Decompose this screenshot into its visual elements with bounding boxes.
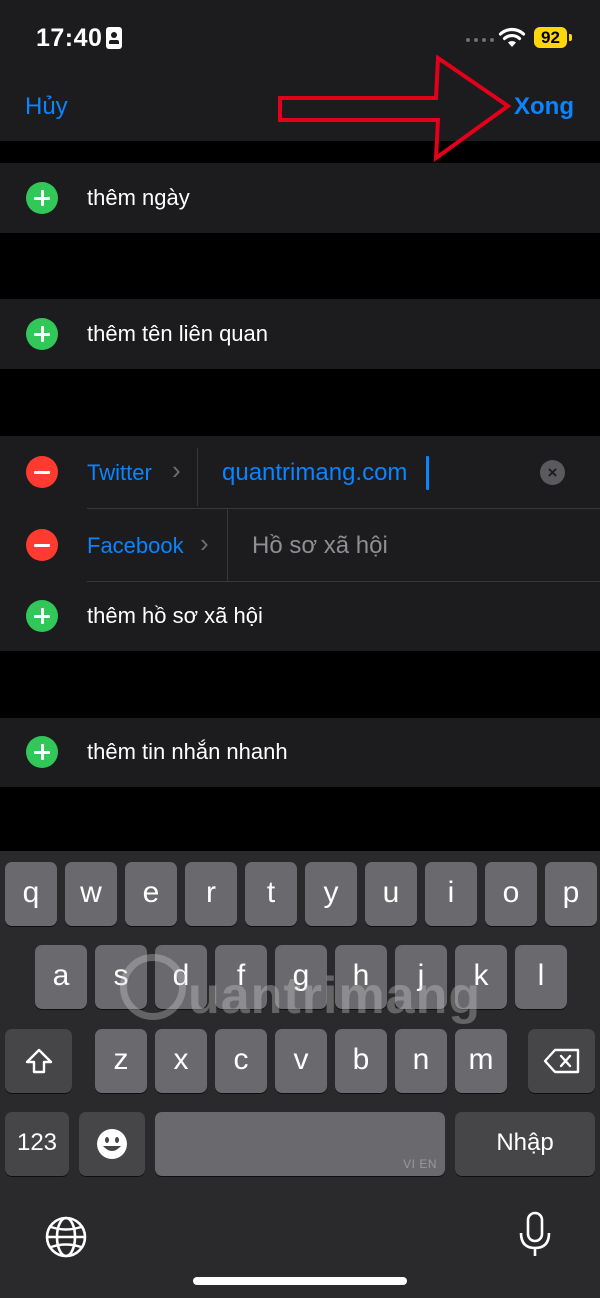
date-group: thêm ngày: [0, 163, 600, 233]
key-e[interactable]: e: [125, 862, 177, 926]
key-a[interactable]: a: [35, 945, 87, 1009]
social-profile-group: Twitter › quantrimang.com × Facebook › H…: [0, 436, 600, 651]
key-o[interactable]: o: [485, 862, 537, 926]
key-h[interactable]: h: [335, 945, 387, 1009]
cancel-button[interactable]: Hủy: [25, 93, 68, 121]
done-button[interactable]: Xong: [514, 93, 574, 121]
clear-text-icon[interactable]: ×: [540, 460, 565, 485]
status-time: 17:40: [36, 24, 103, 52]
key-u[interactable]: u: [365, 862, 417, 926]
key-r[interactable]: r: [185, 862, 237, 926]
key-k[interactable]: k: [455, 945, 507, 1009]
key-q[interactable]: q: [5, 862, 57, 926]
social-row-twitter: Twitter › quantrimang.com ×: [0, 436, 600, 506]
chevron-right-icon: ›: [200, 528, 209, 558]
key-z[interactable]: z: [95, 1029, 147, 1093]
globe-icon[interactable]: [44, 1215, 88, 1259]
add-date-row[interactable]: thêm ngày: [0, 163, 600, 233]
add-icon[interactable]: [26, 318, 58, 350]
add-icon[interactable]: [26, 736, 58, 768]
emoji-icon: [97, 1129, 127, 1159]
add-date-label: thêm ngày: [87, 185, 190, 210]
related-name-group: thêm tên liên quan: [0, 299, 600, 369]
key-f[interactable]: f: [215, 945, 267, 1009]
delete-key[interactable]: [528, 1029, 595, 1093]
key-x[interactable]: x: [155, 1029, 207, 1093]
cellular-dots-icon: [466, 38, 494, 42]
add-instant-message-label: thêm tin nhắn nhanh: [87, 739, 288, 764]
add-icon[interactable]: [26, 182, 58, 214]
return-key[interactable]: Nhập: [455, 1112, 595, 1176]
key-m[interactable]: m: [455, 1029, 507, 1093]
twitter-value-input[interactable]: quantrimang.com: [222, 459, 407, 487]
numbers-key[interactable]: 123: [5, 1112, 69, 1176]
key-b[interactable]: b: [335, 1029, 387, 1093]
remove-icon[interactable]: [26, 529, 58, 561]
divider: [227, 509, 228, 581]
wifi-icon: [498, 27, 526, 47]
key-i[interactable]: i: [425, 862, 477, 926]
add-related-name-label: thêm tên liên quan: [87, 321, 269, 346]
emoji-key[interactable]: [79, 1112, 145, 1176]
instant-message-group: thêm tin nhắn nhanh: [0, 718, 600, 787]
key-n[interactable]: n: [395, 1029, 447, 1093]
microphone-icon[interactable]: [517, 1211, 553, 1259]
key-l[interactable]: l: [515, 945, 567, 1009]
key-y[interactable]: y: [305, 862, 357, 926]
add-icon[interactable]: [26, 600, 58, 632]
backspace-icon: [543, 1048, 579, 1074]
key-p[interactable]: p: [545, 862, 597, 926]
language-hint: VI EN: [403, 1157, 437, 1171]
key-d[interactable]: d: [155, 945, 207, 1009]
battery-tip: [569, 34, 572, 41]
key-c[interactable]: c: [215, 1029, 267, 1093]
facebook-profile-input[interactable]: Hồ sơ xã hội: [252, 532, 388, 560]
add-related-name-row[interactable]: thêm tên liên quan: [0, 299, 600, 369]
text-cursor: [426, 456, 429, 490]
contact-card-icon: [106, 27, 122, 49]
shift-key[interactable]: [5, 1029, 72, 1093]
red-arrow-annotation: [278, 54, 512, 163]
remove-icon[interactable]: [26, 456, 58, 488]
shift-icon: [25, 1048, 52, 1074]
key-j[interactable]: j: [395, 945, 447, 1009]
divider: [197, 448, 198, 506]
key-s[interactable]: s: [95, 945, 147, 1009]
battery-level: 92: [534, 27, 567, 48]
social-row-facebook: Facebook › Hồ sơ xã hội: [0, 509, 600, 581]
key-t[interactable]: t: [245, 862, 297, 926]
add-instant-message-row[interactable]: thêm tin nhắn nhanh: [0, 718, 600, 788]
chevron-right-icon: ›: [172, 455, 181, 485]
space-key[interactable]: VI EN: [155, 1112, 445, 1176]
add-social-profile-label: thêm hồ sơ xã hội: [87, 603, 263, 628]
social-type-twitter[interactable]: Twitter: [87, 460, 152, 486]
key-g[interactable]: g: [275, 945, 327, 1009]
add-social-profile-row[interactable]: thêm hồ sơ xã hội: [0, 582, 600, 652]
home-indicator: [193, 1277, 407, 1285]
social-type-facebook[interactable]: Facebook: [87, 533, 184, 559]
key-v[interactable]: v: [275, 1029, 327, 1093]
key-w[interactable]: w: [65, 862, 117, 926]
